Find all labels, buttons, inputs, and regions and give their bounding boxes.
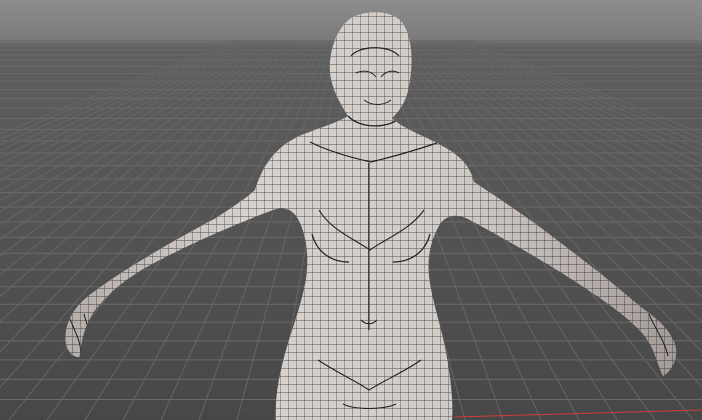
3d-viewport[interactable] xyxy=(0,0,702,420)
viewport-canvas[interactable] xyxy=(0,0,702,420)
